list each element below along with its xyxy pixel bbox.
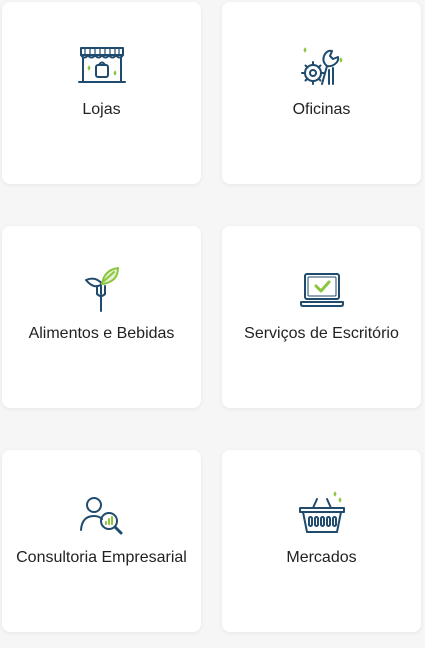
category-card-servicos-de-escritorio[interactable]: Serviços de Escritório (222, 226, 421, 408)
category-label: Oficinas (292, 101, 351, 118)
category-card-mercados[interactable]: Mercados (222, 450, 421, 632)
category-card-lojas[interactable]: Lojas (2, 2, 201, 184)
laptop-check-icon (296, 264, 348, 316)
wrench-gear-icon (296, 40, 348, 92)
category-label: Consultoria Empresarial (16, 549, 187, 566)
leaf-fork-icon (76, 264, 128, 316)
category-label: Mercados (286, 549, 357, 566)
person-magnifier-icon (76, 488, 128, 540)
basket-icon (296, 488, 348, 540)
storefront-icon (76, 40, 128, 92)
category-card-oficinas[interactable]: Oficinas (222, 2, 421, 184)
category-card-consultoria-empresarial[interactable]: Consultoria Empresarial (2, 450, 201, 632)
category-label: Serviços de Escritório (244, 325, 399, 342)
category-label: Lojas (82, 101, 121, 118)
category-label: Alimentos e Bebidas (28, 325, 175, 342)
category-card-alimentos-e-bebidas[interactable]: Alimentos e Bebidas (2, 226, 201, 408)
